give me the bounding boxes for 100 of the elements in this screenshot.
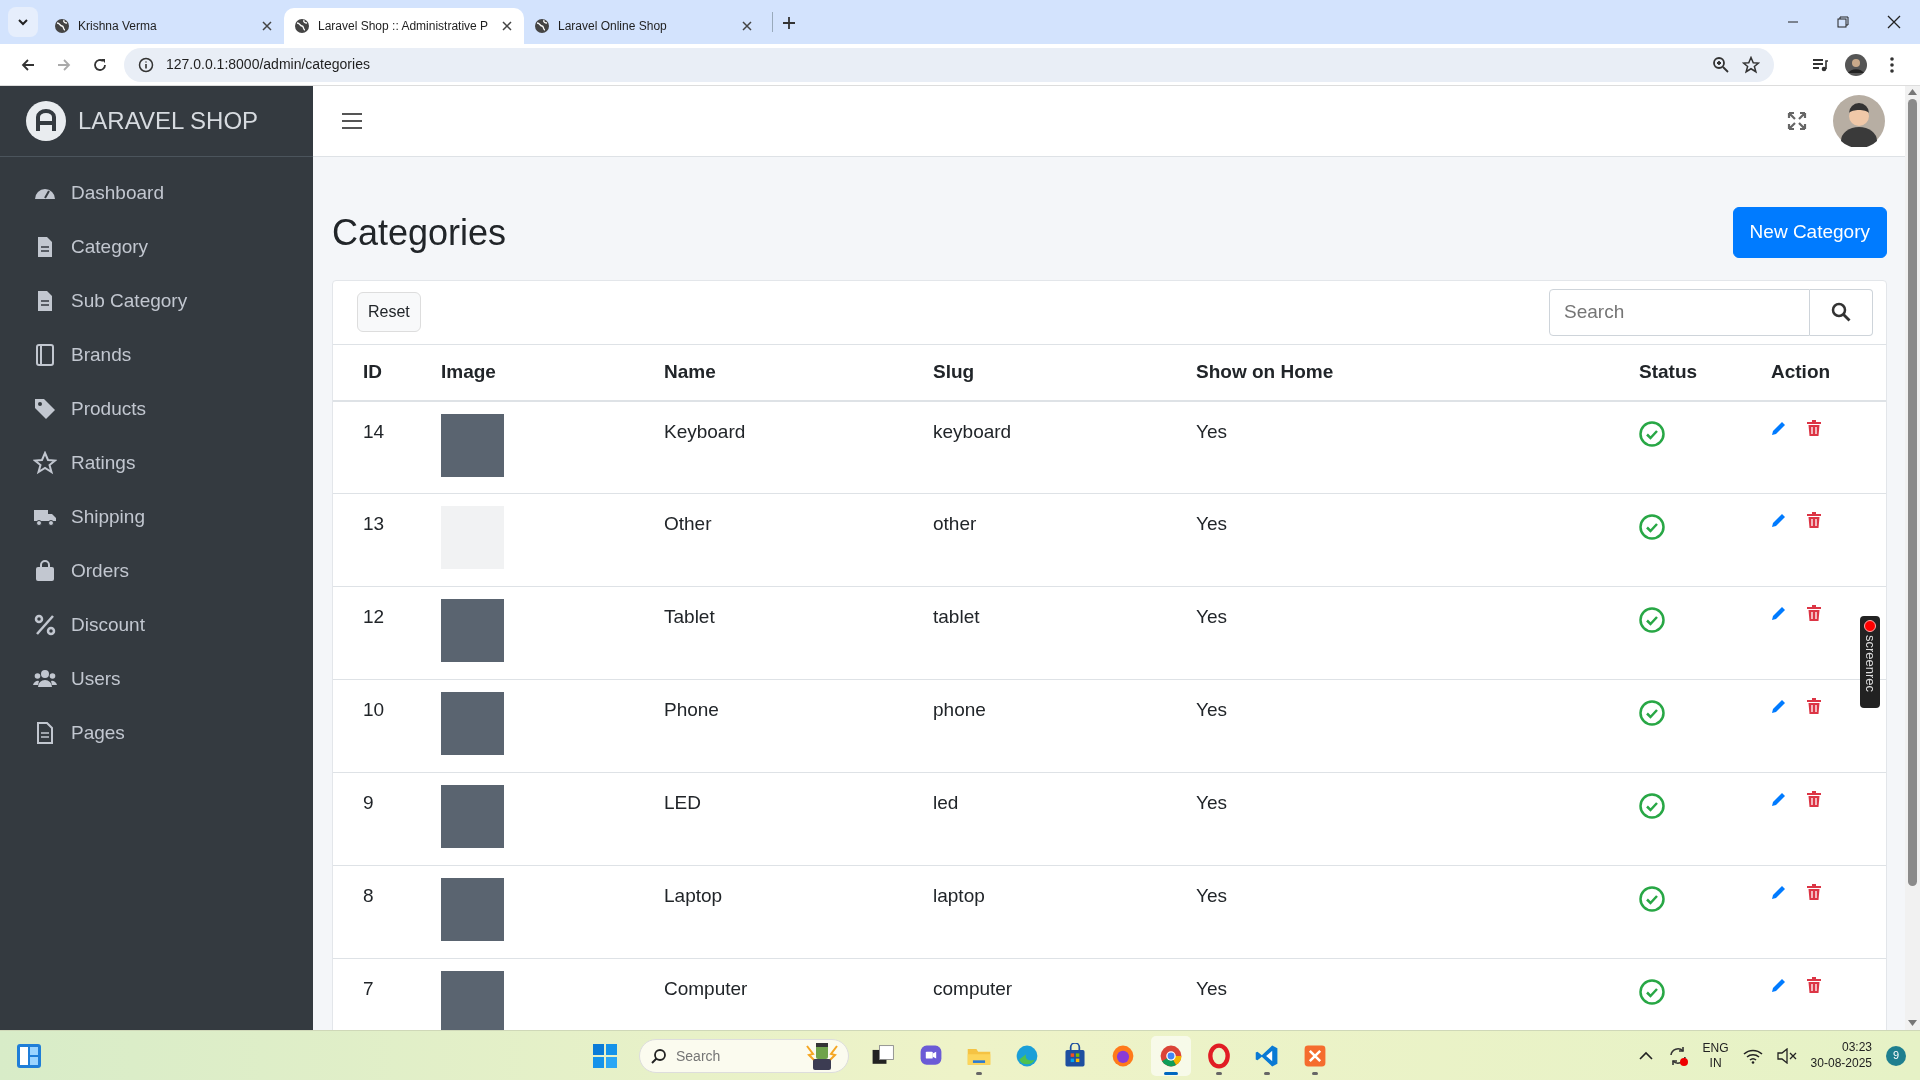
globe-icon — [54, 18, 70, 34]
edit-icon[interactable] — [1771, 698, 1787, 714]
speaker-muted-icon[interactable] — [1776, 1047, 1797, 1064]
star-icon[interactable] — [1742, 55, 1760, 74]
photo-placeholder — [441, 413, 504, 477]
table-cell: Phone — [664, 699, 719, 720]
table-cell: tablet — [933, 606, 980, 627]
table-cell: other — [933, 513, 977, 534]
edit-icon[interactable] — [1771, 419, 1787, 436]
table-cell: 9 — [363, 792, 374, 813]
clock[interactable]: 03:23 30-08-2025 — [1810, 1039, 1872, 1072]
photo-placeholder — [441, 878, 504, 941]
tag-icon — [33, 397, 57, 421]
photo-placeholder — [441, 971, 504, 1030]
fullscreen-icon[interactable] — [1787, 111, 1807, 131]
table-cell: Yes — [1196, 606, 1227, 627]
sidebar-item[interactable]: Discount — [0, 598, 313, 652]
sidebar-item[interactable]: Sub Category — [0, 274, 313, 328]
reload-icon[interactable] — [92, 56, 108, 73]
table-cell: phone — [933, 699, 986, 720]
bag-icon — [33, 559, 57, 583]
taskbar-search-field[interactable]: Search — [639, 1038, 849, 1073]
trash-icon[interactable] — [1807, 791, 1821, 807]
search-icon — [651, 1047, 667, 1064]
close-icon[interactable] — [740, 19, 754, 33]
sidebar-item[interactable]: Ratings — [0, 436, 313, 490]
table-cell: Yes — [1196, 513, 1227, 534]
page-title: Categories — [332, 210, 507, 254]
edit-icon[interactable] — [1771, 791, 1787, 807]
photo-placeholder — [441, 785, 504, 848]
table-cell: Tablet — [664, 606, 715, 627]
edit-icon[interactable] — [1771, 605, 1787, 621]
globe-icon — [294, 18, 310, 34]
edit-icon[interactable] — [1771, 884, 1787, 900]
trash-icon[interactable] — [1807, 605, 1821, 621]
table-cell: Yes — [1196, 699, 1227, 720]
column-header: Slug — [933, 360, 975, 382]
table-cell: Yes — [1196, 978, 1227, 999]
scroll-up-icon[interactable] — [1908, 89, 1917, 95]
scroll-down-icon[interactable] — [1908, 1020, 1917, 1026]
trash-icon[interactable] — [1807, 977, 1821, 993]
sidebar-item[interactable]: Products — [0, 382, 313, 436]
table-cell: 13 — [363, 513, 385, 534]
language-indicator[interactable]: ENG IN — [1702, 1040, 1729, 1071]
column-header: Show on Home — [1196, 360, 1334, 382]
widgets-icon[interactable] — [16, 1042, 42, 1069]
edit-icon[interactable] — [1771, 977, 1787, 993]
brand-name[interactable]: LARAVEL SHOP — [78, 103, 259, 139]
table-cell: Yes — [1196, 885, 1227, 906]
edit-icon[interactable] — [1771, 512, 1787, 528]
wifi-icon[interactable] — [1742, 1047, 1763, 1064]
menu-icon[interactable] — [341, 112, 363, 130]
avatar-icon[interactable] — [1833, 95, 1885, 147]
back-arrow-icon[interactable] — [20, 56, 36, 73]
table-cell: Other — [664, 513, 712, 534]
close-icon[interactable] — [260, 19, 274, 33]
table-cell: 14 — [363, 420, 385, 442]
trash-icon[interactable] — [1807, 884, 1821, 900]
column-header: Status — [1639, 360, 1698, 382]
table-cell: Keyboard — [664, 420, 746, 442]
browser-tab[interactable]: Laravel Shop :: Administrative P — [284, 8, 524, 44]
info-icon[interactable] — [138, 56, 154, 73]
chevron-down-icon — [17, 18, 29, 26]
zoom-icon[interactable] — [1712, 55, 1730, 74]
new-category-button[interactable]: New Category — [1732, 207, 1887, 258]
search-button[interactable] — [1810, 288, 1873, 336]
recorder-widget[interactable]: screenrec — [1860, 616, 1880, 708]
menu-icon[interactable] — [1890, 56, 1894, 73]
scrollbar[interactable] — [1905, 86, 1920, 1030]
sidebar-item[interactable]: Dashboard — [0, 166, 313, 220]
chevron-up-icon[interactable] — [1638, 1050, 1653, 1061]
tab-list-button[interactable] — [8, 7, 38, 37]
plus-icon[interactable] — [781, 14, 797, 31]
sidebar-item[interactable]: Brands — [0, 328, 313, 382]
sidebar-item[interactable]: Users — [0, 652, 313, 706]
sidebar-item[interactable]: Shipping — [0, 490, 313, 544]
table-cell: 7 — [363, 978, 374, 999]
avatar-icon[interactable] — [1845, 53, 1867, 76]
table-cell: LED — [664, 792, 701, 813]
address-bar[interactable]: 127.0.0.1:8000/admin/categories — [124, 47, 1774, 82]
table-cell: keyboard — [933, 420, 1012, 442]
browser-icon — [1206, 1042, 1232, 1069]
trash-icon[interactable] — [1807, 698, 1821, 714]
table-cell: Computer — [664, 978, 748, 999]
sidebar-item[interactable]: Pages — [0, 706, 313, 760]
close-icon[interactable] — [1887, 15, 1901, 29]
reset-button[interactable]: Reset — [357, 292, 421, 332]
notification-badge[interactable]: 9 — [1886, 1045, 1906, 1066]
sidebar-item[interactable]: Category — [0, 220, 313, 274]
windows-icon[interactable] — [592, 1042, 618, 1069]
search-field[interactable]: Search — [1549, 288, 1810, 336]
sidebar-item[interactable]: Orders — [0, 544, 313, 598]
store-icon — [1062, 1042, 1088, 1069]
logo-icon[interactable] — [26, 101, 66, 141]
close-icon[interactable] — [500, 19, 514, 33]
trash-icon[interactable] — [1807, 419, 1821, 436]
restore-icon[interactable] — [1837, 16, 1849, 28]
browser-tab[interactable]: Krishna Verma — [44, 8, 284, 44]
browser-tab[interactable]: Laravel Online Shop — [524, 8, 764, 44]
trash-icon[interactable] — [1807, 512, 1821, 528]
